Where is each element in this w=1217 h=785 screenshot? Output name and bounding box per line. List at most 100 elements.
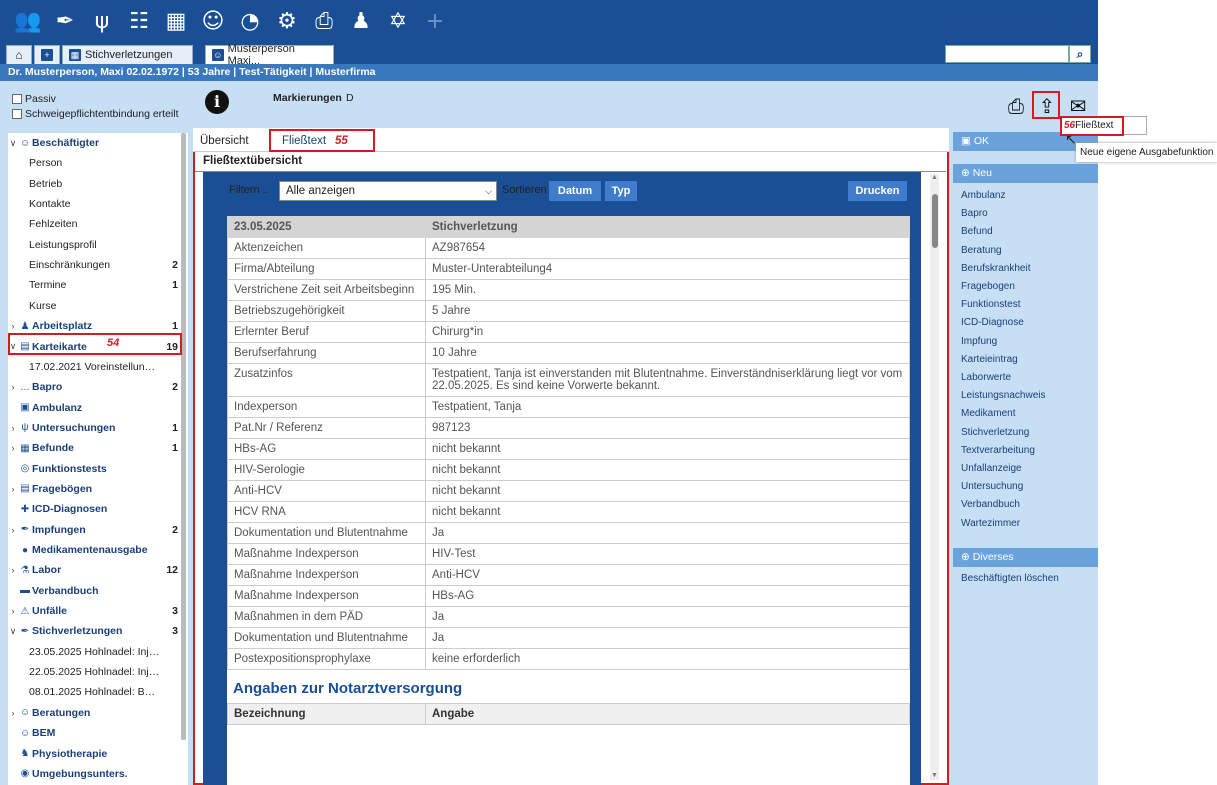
sidebar-item[interactable]: › ✒ Impfungen 2	[8, 520, 180, 540]
sidebar-item[interactable]: ▣ Ambulanz	[8, 398, 180, 418]
expand-arrow-icon[interactable]: ›	[8, 525, 18, 535]
new-item-link[interactable]: Karteieintrag	[961, 354, 1018, 365]
new-item-link[interactable]: Stichverletzung	[961, 427, 1029, 438]
sidebar-item[interactable]: › ⚗ Labor 12	[8, 560, 180, 580]
new-item-link[interactable]: Impfung	[961, 336, 997, 347]
expand-arrow-icon[interactable]: ›	[8, 321, 18, 331]
sidebar-item[interactable]: › ▤ Fragebögen	[8, 479, 180, 499]
sidebar-item[interactable]: ◎ Funktionstests	[8, 459, 180, 479]
sidebar-subitem[interactable]: Leistungsprofil	[8, 235, 180, 255]
sidebar-subitem[interactable]: Fehlzeiten	[8, 214, 180, 234]
search-input[interactable]	[945, 45, 1069, 63]
sidebar-subitem[interactable]: 08.01.2025 Hohlnadel: Butt...	[8, 682, 180, 702]
expand-arrow-icon[interactable]: ›	[8, 423, 18, 433]
stethoscope-icon[interactable]: ψ	[88, 8, 116, 36]
new-item-link[interactable]: Ambulanz	[961, 190, 1005, 201]
sidebar-item-label: Umgebungsunters.	[32, 767, 128, 780]
sidebar-subitem[interactable]: 22.05.2025 Hohlnadel: Injek...	[8, 662, 180, 682]
plus-icon[interactable]: +	[421, 8, 449, 36]
sidebar-subitem[interactable]: 17.02.2021 Voreinstellunge...	[8, 357, 180, 377]
expand-arrow-icon[interactable]: ›	[8, 484, 18, 494]
print-icon[interactable]: ⎙	[1004, 94, 1028, 118]
needle-alert-icon[interactable]: ✡	[384, 8, 412, 36]
new-item-link[interactable]: Berufskrankheit	[961, 263, 1030, 274]
info-icon[interactable]: i	[205, 90, 229, 114]
worker-icon[interactable]: ♟	[347, 8, 375, 36]
expand-arrow-icon[interactable]: ∨	[8, 626, 18, 637]
search-button[interactable]: ⌕	[1069, 45, 1091, 63]
expand-arrow-icon[interactable]: ›	[8, 565, 18, 575]
delete-employee-link[interactable]: Beschäftigten löschen	[961, 573, 1059, 584]
sidebar-item[interactable]: › ☺ Beratungen	[8, 703, 180, 723]
sidebar-subitem[interactable]: Einschränkungen 2	[8, 255, 180, 275]
expand-arrow-icon[interactable]: ›	[8, 708, 18, 718]
schweige-checkbox-row[interactable]: Schweigepflichtentbindung erteilt	[12, 108, 179, 120]
syringe-icon[interactable]: ✒	[51, 8, 79, 36]
table-row: Verstrichene Zeit seit Arbeitsbeginn 195 …	[227, 279, 910, 301]
sidebar-subitem[interactable]: Kurse	[8, 296, 180, 316]
printer-icon[interactable]: ⎙	[310, 8, 338, 36]
new-item-link[interactable]: Bapro	[961, 208, 988, 219]
scroll-up-icon[interactable]: ▲	[930, 174, 939, 181]
sidebar-subitem[interactable]: Kontakte	[8, 194, 180, 214]
sidebar-item[interactable]: ● Medikamentenausgabe	[8, 540, 180, 560]
sidebar-subitem[interactable]: Termine 1	[8, 275, 180, 295]
sidebar-item[interactable]: ♞ Physiotherapie	[8, 744, 180, 764]
sidebar-item[interactable]: ∨ ✒ Stichverletzungen 3	[8, 621, 180, 641]
schweige-checkbox[interactable]	[12, 109, 22, 119]
main-scrollbar[interactable]	[930, 174, 939, 780]
filter-select[interactable]: Alle anzeigen ⌵	[279, 181, 497, 201]
sidebar-item[interactable]: ∨ ☺ Beschäftigter	[8, 133, 180, 153]
person-tie-icon[interactable]: ☺	[199, 8, 227, 36]
sidebar-item[interactable]: ◉ Umgebungsunters.	[8, 764, 180, 784]
sidebar-scrollbar[interactable]	[181, 133, 186, 740]
passiv-checkbox[interactable]	[12, 94, 22, 104]
new-item-link[interactable]: Unfallanzeige	[961, 463, 1022, 474]
group-icon[interactable]: 👥	[14, 8, 42, 36]
new-item-link[interactable]: Verbandbuch	[961, 499, 1020, 510]
sidebar-item[interactable]: ›… Bapro 2	[8, 377, 180, 397]
sidebar-item[interactable]: ▬ Verbandbuch	[8, 581, 180, 601]
row-key: Postexpositionsprophylaxe	[227, 648, 426, 670]
new-item-link[interactable]: Befund	[961, 226, 993, 237]
sidebar-subitem[interactable]: Person	[8, 153, 180, 173]
new-item-link[interactable]: Laborwerte	[961, 372, 1011, 383]
tab-home[interactable]: ⌂	[6, 45, 32, 64]
new-item-link[interactable]: ICD-Diagnose	[961, 317, 1024, 328]
gear-icon[interactable]: ⚙	[273, 8, 301, 36]
fax-icon[interactable]: ✉	[1066, 94, 1090, 118]
new-item-link[interactable]: Beratung	[961, 245, 1002, 256]
tab-add[interactable]: +	[34, 45, 60, 64]
passiv-checkbox-row[interactable]: Passiv	[12, 93, 56, 105]
pie-chart-icon[interactable]: ◔	[236, 8, 264, 36]
sidebar-item[interactable]: ☺ BEM	[8, 723, 180, 743]
sidebar-item[interactable]: › ▦ Befunde 1	[8, 438, 180, 458]
sidebar-subitem[interactable]: Betrieb	[8, 174, 180, 194]
new-item-link[interactable]: Medikament	[961, 408, 1015, 419]
calendar-icon[interactable]: ▦	[162, 8, 190, 36]
sidebar-subitem[interactable]: 23.05.2025 Hohlnadel: Injek...	[8, 642, 180, 662]
new-item-link[interactable]: Wartezimmer	[961, 518, 1020, 529]
sidebar-item[interactable]: › ψ Untersuchungen 1	[8, 418, 180, 438]
new-item-link[interactable]: Textverarbeitung	[961, 445, 1035, 456]
new-item-link[interactable]: Fragebogen	[961, 281, 1015, 292]
new-item-link[interactable]: Leistungsnachweis	[961, 390, 1046, 401]
new-item-link[interactable]: Untersuchung	[961, 481, 1023, 492]
expand-arrow-icon[interactable]: ∨	[8, 138, 18, 149]
new-item-link[interactable]: Funktionstest	[961, 299, 1020, 310]
export-menu-custom[interactable]: Neue eigene Ausgabefunktion	[1076, 143, 1217, 162]
sort-type-button[interactable]: Typ	[605, 181, 637, 201]
org-chart-icon[interactable]: ☷	[125, 8, 153, 36]
expand-arrow-icon[interactable]: ›	[8, 382, 18, 392]
print-button[interactable]: Drucken	[848, 181, 907, 201]
sidebar-item[interactable]: › ⚠ Unfälle 3	[8, 601, 180, 621]
expand-arrow-icon[interactable]: ›	[8, 443, 18, 453]
tab-stichverletzungen[interactable]: ▦ Stichverletzungen	[62, 45, 193, 64]
scroll-down-icon[interactable]: ▼	[930, 772, 939, 779]
main-scroll-thumb[interactable]	[932, 194, 938, 248]
sidebar-item[interactable]: ✚ ICD-Diagnosen	[8, 499, 180, 519]
tab-person[interactable]: ☺ Musterperson Maxi...	[205, 43, 334, 67]
tab-uebersicht[interactable]: Übersicht	[200, 135, 249, 147]
sort-date-button[interactable]: Datum	[549, 181, 601, 201]
expand-arrow-icon[interactable]: ›	[8, 606, 18, 616]
